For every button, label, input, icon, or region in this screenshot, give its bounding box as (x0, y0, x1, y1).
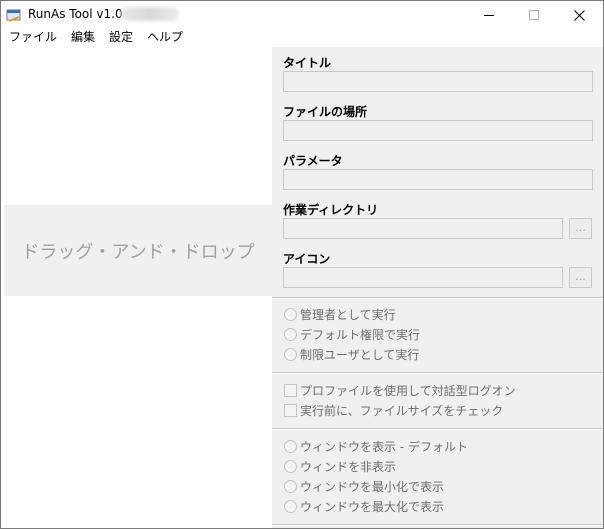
settings-pane: タイトル ファイルの場所 パラメータ 作業ディレクトリ ... アイコン ...… (272, 47, 603, 528)
radio-run-restricted[interactable]: 制限ユーザとして実行 (284, 346, 419, 362)
left-pane: ドラッグ・アンド・ドロップ (1, 47, 272, 528)
workdir-browse-button[interactable]: ... (569, 218, 592, 239)
separator (272, 428, 603, 430)
check-profile-logon[interactable]: プロファイルを使用して対話型ログオン (284, 382, 516, 398)
title-field[interactable] (283, 71, 593, 92)
drop-zone[interactable]: ドラッグ・アンド・ドロップ (4, 205, 272, 296)
menu-help[interactable]: ヘルプ (140, 29, 190, 47)
separator (272, 297, 603, 299)
radio-circle[interactable] (284, 327, 297, 341)
radio-run-default[interactable]: デフォルト権限で実行 (284, 326, 420, 342)
window-title: RunAs Tool v1.0 - (28, 7, 131, 21)
menu-edit[interactable]: 編集 (64, 29, 102, 47)
minimize-button[interactable] (466, 1, 512, 29)
menu-settings[interactable]: 設定 (102, 29, 140, 47)
radio-circle[interactable] (284, 499, 297, 513)
radio-window-hidden[interactable]: ウィンドを非表示 (284, 458, 396, 474)
check-file-size[interactable]: 実行前に、ファイルサイズをチェック (284, 402, 503, 418)
close-button[interactable] (556, 1, 602, 29)
radio-run-as-admin[interactable]: 管理者として実行 (284, 306, 396, 322)
params-field[interactable] (283, 169, 593, 190)
title-bar: RunAs Tool v1.0 - (1, 1, 603, 29)
separator (272, 524, 603, 526)
drop-zone-label: ドラッグ・アンド・ドロップ (21, 241, 255, 263)
radio-circle[interactable] (284, 347, 297, 361)
radio-circle[interactable] (284, 307, 297, 321)
maximize-button[interactable] (511, 1, 557, 29)
icon-field[interactable] (283, 267, 563, 288)
title-label: タイトル (283, 56, 332, 70)
maximize-icon (529, 10, 539, 20)
location-field[interactable] (283, 120, 593, 141)
location-label: ファイルの場所 (283, 105, 368, 119)
app-icon (6, 7, 22, 23)
params-label: パラメータ (283, 154, 343, 168)
radio-window-minimized[interactable]: ウィンドウを最小化で表示 (284, 478, 444, 494)
checkbox[interactable] (284, 403, 297, 417)
icon-label: アイコン (283, 252, 331, 266)
menu-bar: ファイル 編集 設定 ヘルプ (1, 29, 603, 47)
menu-file[interactable]: ファイル (1, 29, 64, 47)
radio-circle[interactable] (284, 459, 297, 473)
radio-window-default[interactable]: ウィンドウを表示 - デフォルト (284, 438, 468, 454)
radio-circle[interactable] (284, 479, 297, 493)
radio-circle[interactable] (284, 439, 297, 453)
redacted-title-part (121, 7, 179, 21)
workdir-label: 作業ディレクトリ (283, 203, 379, 217)
app-window: RunAs Tool v1.0 - ファイル 編集 設定 ヘルプ ドラッグ・アン… (0, 0, 604, 529)
radio-window-maximized[interactable]: ウィンドウを最大化で表示 (284, 498, 444, 514)
separator (272, 372, 603, 374)
checkbox[interactable] (284, 383, 297, 397)
icon-browse-button[interactable]: ... (569, 267, 592, 288)
close-icon (573, 9, 585, 21)
workdir-field[interactable] (283, 218, 563, 239)
minimize-icon (484, 15, 494, 16)
